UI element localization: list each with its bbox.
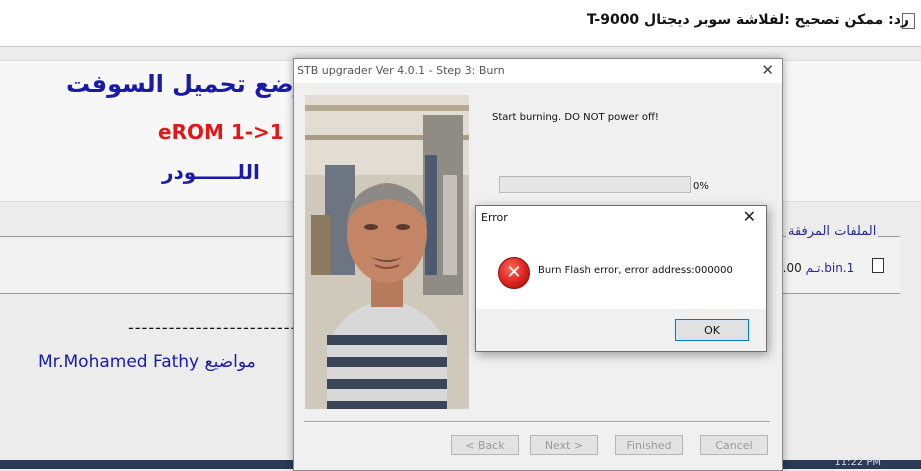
bottom-bar-text: 11:22 PM (834, 457, 881, 468)
error-message: Burn Flash error, error address:000000 (538, 265, 733, 276)
attachments-legend: الملفات المرفقة (786, 224, 879, 239)
wizard-title: STB upgrader Ver 4.0.1 - Step 3: Burn (297, 64, 505, 77)
cancel-button[interactable]: Cancel (700, 435, 768, 455)
error-dialog: Error ✕ ✕ Burn Flash error, error addres… (475, 205, 767, 352)
burn-progress-bar (499, 176, 691, 193)
ok-button[interactable]: OK (675, 319, 749, 341)
close-icon[interactable]: ✕ (761, 61, 774, 79)
forum-topbar: رد: ممكن تصحيح :لفلاشة سوبر ديجتال T-900… (0, 0, 921, 47)
wizard-titlebar[interactable]: STB upgrader Ver 4.0.1 - Step 3: Burn ✕ (294, 59, 782, 83)
back-button[interactable]: < Back (451, 435, 519, 455)
next-button[interactable]: Next > (530, 435, 598, 455)
attachment-file-name[interactable]: تـم.bin.1 (806, 261, 855, 275)
file-icon (872, 258, 884, 273)
burn-status-message: Start burning. DO NOT power off! (492, 112, 659, 123)
wizard-separator (304, 421, 770, 423)
signature: Mr.Mohamed Fathy مواضيع (38, 352, 256, 372)
error-icon-glyph: ✕ (506, 262, 522, 283)
user-photo (305, 95, 469, 409)
user-photo-image (305, 95, 469, 409)
signature-name[interactable]: Mr.Mohamed Fathy (38, 352, 199, 372)
burn-progress-percent: 0% (693, 181, 709, 192)
close-icon[interactable]: ✕ (743, 207, 756, 226)
signature-topics-link[interactable]: مواضيع (205, 352, 256, 372)
attachment-file-link[interactable]: (.00 تـم.bin.1 (778, 261, 854, 275)
post-title[interactable]: رد: ممكن تصحيح :لفلاشة سوبر ديجتال T-900… (587, 12, 909, 28)
post-text-loader: اللــــــودر (162, 160, 260, 184)
post-text-erom: eROM 1->1 (158, 120, 284, 144)
error-icon: ✕ (498, 257, 530, 289)
error-dialog-title: Error (481, 211, 508, 224)
finished-button[interactable]: Finished (615, 435, 683, 455)
